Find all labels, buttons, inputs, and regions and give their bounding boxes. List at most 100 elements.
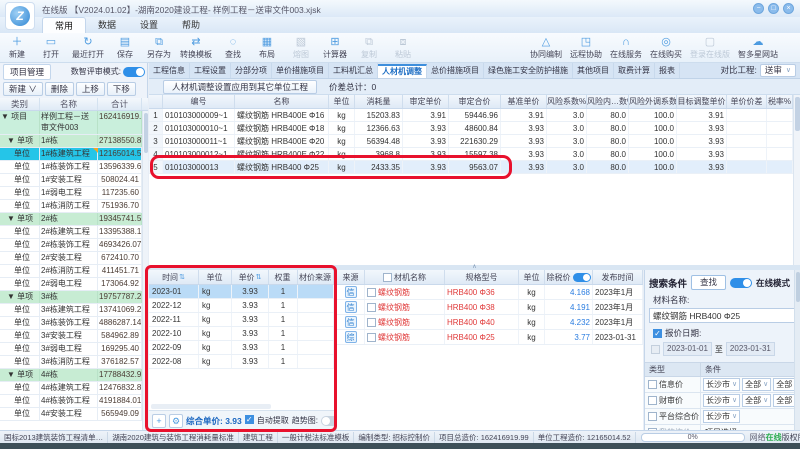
settings-gear-icon[interactable]: ⚙: [169, 414, 183, 428]
search-scrollbar[interactable]: [794, 270, 800, 430]
tree-row[interactable]: 单位 2#栋装饰工程 4693426.07: [0, 239, 148, 252]
condition-select[interactable]: 全部: [773, 378, 795, 391]
price-history-hscrollbar[interactable]: [151, 404, 271, 409]
price-history-row[interactable]: 2022-12 kg 3.93 1: [149, 299, 334, 313]
tree-row[interactable]: 单位 4#安装工程 565949.09: [0, 408, 148, 421]
toolbar-button[interactable]: ⧉ 复制: [352, 36, 386, 60]
grid-header-cell[interactable]: 审定合价: [449, 95, 501, 108]
tree-row[interactable]: ▼ 项目 样例工程－送审文件003 162416919.99: [0, 111, 148, 135]
toolbar-button[interactable]: ▭ 打开: [34, 36, 68, 60]
tree-row[interactable]: 单位 3#弱电工程 169295.40: [0, 343, 148, 356]
tree-scrollbar[interactable]: [142, 111, 148, 430]
price-history-header-cell[interactable]: 时间⇅: [149, 270, 199, 284]
material-row[interactable]: 信 螺纹钢筋 HRB400 Φ36 kg 4.168 2023年1月: [337, 285, 643, 300]
grid-row[interactable]: 5 010103000013 螺纹钢筋 HRB400 Φ25 kg 2433.3…: [149, 161, 800, 174]
menu-tab[interactable]: 常用: [42, 17, 86, 33]
tree-row[interactable]: 单位 1#弱电工程 117235.60: [0, 187, 148, 200]
price-history-header-cell[interactable]: 材价来源: [298, 270, 334, 284]
toolbar-button[interactable]: ⇄ 转换模板: [176, 36, 216, 60]
auto-extract-option[interactable]: ✓: [245, 415, 254, 426]
condition-select[interactable]: 长沙市∨: [703, 394, 740, 407]
material-row[interactable]: 信 螺纹钢筋 HRB400 Φ40 kg 4.232 2023年1月: [337, 315, 643, 330]
name-header[interactable]: 材机名称: [365, 270, 445, 284]
add-row-button[interactable]: +: [152, 414, 166, 428]
unit-header[interactable]: 单位: [519, 270, 545, 284]
grid-scrollbar[interactable]: [793, 95, 800, 265]
grid-header-cell[interactable]: 目标调整单价: [677, 95, 727, 108]
type-checkbox[interactable]: ✓: [648, 380, 657, 389]
toolbar-button[interactable]: ◎ 在线购买: [646, 36, 686, 60]
price-history-row[interactable]: 2023-01 kg 3.93 1: [149, 285, 334, 299]
source-header[interactable]: 来源: [337, 270, 365, 284]
grid-header-cell[interactable]: 风险内…数%: [587, 95, 629, 108]
toolbar-button[interactable]: ▦ 布局: [250, 36, 284, 60]
grid-header-cell[interactable]: 风险系数%: [547, 95, 587, 108]
toolbar-button[interactable]: ☁ 智多星网站: [734, 36, 782, 60]
tree-action-button[interactable]: 上移: [76, 82, 105, 96]
tree-row[interactable]: 单位 3#安装工程 584962.89: [0, 330, 148, 343]
grid-header-cell[interactable]: 风险外调系数%: [629, 95, 677, 108]
toolbar-button[interactable]: ◌ 查找: [216, 36, 250, 60]
trend-chart-toggle[interactable]: [321, 416, 335, 426]
row-checkbox[interactable]: [367, 333, 376, 342]
row-checkbox[interactable]: [367, 288, 376, 297]
material-search-input[interactable]: [649, 308, 795, 323]
condition-select[interactable]: 全部∨: [742, 394, 771, 407]
type-checkbox[interactable]: ✓: [648, 412, 657, 421]
price-history-header-cell[interactable]: 单位: [199, 270, 232, 284]
tree-row[interactable]: ▼ 单项 4#栋 17788432.92: [0, 369, 148, 382]
type-checkbox[interactable]: ✓: [648, 396, 657, 405]
window-control-button[interactable]: −: [753, 3, 764, 14]
row-checkbox[interactable]: [367, 303, 376, 312]
tree-row[interactable]: 单位 3#栋装饰工程 4886287.14: [0, 317, 148, 330]
review-mode-toggle[interactable]: [123, 67, 145, 77]
main-tab[interactable]: 分部分项: [231, 63, 272, 78]
menu-tab[interactable]: 设置: [128, 17, 170, 33]
price-history-row[interactable]: 2022-08 kg 3.93 1: [149, 355, 334, 369]
tree-row[interactable]: 单位 4#栋装饰工程 4191884.01: [0, 395, 148, 408]
material-row[interactable]: 信 螺纹钢筋 HRB400 Φ38 kg 4.191 2023年1月: [337, 300, 643, 315]
grid-header-cell[interactable]: 审定单价: [403, 95, 449, 108]
grid-header-cell[interactable]: 基准单价: [501, 95, 547, 108]
toolbar-button[interactable]: ◳ 远程协助: [566, 36, 606, 60]
main-tab[interactable]: 其他项目: [573, 63, 614, 78]
material-row[interactable]: 综 螺纹钢筋 HRB400 Φ25 kg 3.77 2023-01-31: [337, 330, 643, 345]
grid-header-cell[interactable]: 单价价差: [727, 95, 767, 108]
grid-row[interactable]: 2 010103000010~1 螺纹钢筋 HRB400E Φ18 kg 123…: [149, 122, 800, 135]
quote-date-option[interactable]: ✓ 报价日期:: [645, 324, 800, 340]
date-to-field[interactable]: 2023-01-31: [726, 342, 775, 356]
toolbar-button[interactable]: △ 协同编制: [526, 36, 566, 60]
price-history-row[interactable]: 2022-10 kg 3.93 1: [149, 327, 334, 341]
tree-row[interactable]: 单位 2#栋建筑工程 13395388.12: [0, 226, 148, 239]
main-tab[interactable]: 工料机汇总: [329, 63, 378, 78]
grid-header-cell[interactable]: [149, 95, 163, 108]
main-tab[interactable]: 人材机调整: [378, 64, 427, 78]
menu-tab[interactable]: 数据: [86, 17, 128, 33]
window-control-button[interactable]: □: [768, 3, 779, 14]
tree-row[interactable]: 单位 1#栋消防工程 751936.70: [0, 200, 148, 213]
main-tab[interactable]: 总价措施项目: [427, 63, 484, 78]
toolbar-button[interactable]: ⧈ 粘贴: [386, 36, 420, 60]
online-mode-toggle[interactable]: [730, 278, 752, 288]
price-header[interactable]: 除税价: [545, 270, 593, 284]
price-history-row[interactable]: 2022-11 kg 3.93 1: [149, 313, 334, 327]
tree-row[interactable]: 单位 2#安装工程 672410.70: [0, 252, 148, 265]
tree-row[interactable]: 单位 3#栋消防工程 376182.57: [0, 356, 148, 369]
grid-header-cell[interactable]: 名称: [235, 95, 329, 108]
tree-row[interactable]: ▼ 单项 1#栋 27138550.87: [0, 135, 148, 148]
grid-row[interactable]: 3 010103000011~1 螺纹钢筋 HRB400E Φ20 kg 563…: [149, 135, 800, 148]
tree-row[interactable]: ▼ 单项 3#栋 19757787.21: [0, 291, 148, 304]
tree-row[interactable]: 单位 1#栋建筑工程 12165014.52: [0, 148, 148, 161]
toolbar-button[interactable]: ∩ 在线服务: [606, 36, 646, 60]
tree-row[interactable]: 单位 2#弱电工程 173064.92: [0, 278, 148, 291]
main-tab[interactable]: 取费计算: [614, 63, 655, 78]
tree-action-button[interactable]: 下移: [107, 82, 136, 96]
project-manage-tab[interactable]: 项目管理: [3, 64, 51, 80]
menu-tab[interactable]: 帮助: [170, 17, 212, 33]
toolbar-button[interactable]: ↻ 最近打开: [68, 36, 108, 60]
grid-header-cell[interactable]: 税率%: [767, 95, 793, 108]
grid-row[interactable]: 1 010103000009~1 螺纹钢筋 HRB400E Φ16 kg 152…: [149, 109, 800, 122]
main-tab[interactable]: 工程信息: [149, 63, 190, 78]
grid-header-cell[interactable]: 编号: [163, 95, 235, 108]
toolbar-button[interactable]: ＋ 新建: [0, 36, 34, 60]
